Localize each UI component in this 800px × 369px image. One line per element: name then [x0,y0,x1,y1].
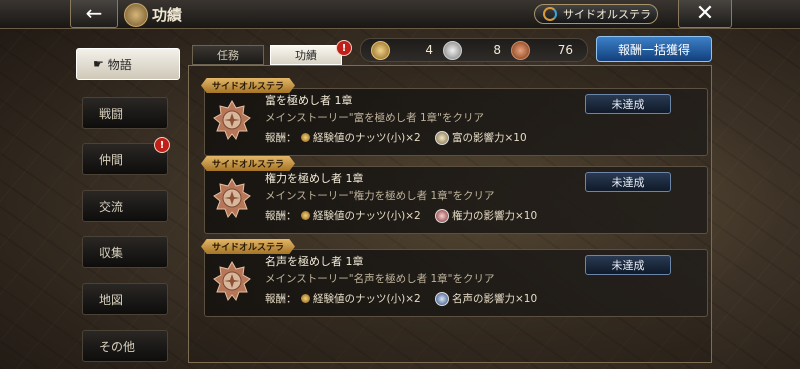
bronze-count: 76 [557,43,573,57]
achievement-card[interactable]: サイドオルステラ 名声を極めし者 1章 メインストーリー"名声を極めし者 1章"… [201,239,708,317]
achievement-title: 名声を極めし者 1章 [265,255,364,268]
tab-notification-badge: ! [336,40,352,56]
bronze-medal-icon [213,261,251,301]
reward-label: 報酬： [265,293,297,305]
gold-medal-icon [371,41,390,60]
achievement-description: メインストーリー"富を極めし者 1章"をクリア [265,112,484,124]
world-select-label: サイドオルステラ [563,8,651,21]
reward-text: 富の影響力×10 [452,132,527,144]
achievement-card[interactable]: サイドオルステラ 富を極めし者 1章 メインストーリー"富を極めし者 1章"をク… [201,78,708,156]
back-button[interactable]: ← [70,0,118,28]
status-button[interactable]: 未達成 [585,255,671,275]
close-button[interactable]: ✕ [678,0,732,28]
tab-achievements[interactable]: 功績 [270,45,342,65]
sidebar-item-interaction[interactable]: 交流 [82,190,168,222]
claim-all-rewards-button[interactable]: 報酬一括獲得 [596,36,712,62]
exp-nut-icon [301,133,310,142]
category-ribbon: サイドオルステラ [201,78,295,93]
exp-nut-icon [301,211,310,220]
sidebar-item-map[interactable]: 地図 [82,283,168,315]
sidebar-item-label: 仲間 [99,152,124,167]
silver-count: 8 [493,43,501,57]
fame-influence-icon [435,291,449,306]
medal-counters: 4 8 76 [360,38,588,62]
bronze-medal-icon [213,100,251,140]
reward-text: 経験値のナッツ(小)×2 [313,210,421,222]
sidebar-item-battle[interactable]: 戦闘 [82,97,168,129]
silver-medal-icon [443,41,462,60]
status-button[interactable]: 未達成 [585,94,671,114]
achievement-title: 富を極めし者 1章 [265,94,353,107]
wealth-influence-icon [435,130,449,145]
sidebar-item-collection[interactable]: 収集 [82,236,168,268]
reward-text: 名声の影響力×10 [452,293,538,305]
reward-text: 経験値のナッツ(小)×2 [313,132,421,144]
reward-item-2: 富の影響力×10 [435,130,527,145]
sidebar-item-label: 交流 [99,199,124,214]
sidebar-item-other[interactable]: その他 [82,330,168,362]
world-select-button[interactable]: サイドオルステラ [534,4,658,24]
bronze-medal-icon [511,41,530,60]
sidebar-item-label: 戦闘 [99,106,124,121]
bronze-medal-icon [213,178,251,218]
notification-badge: ! [154,137,170,153]
reward-label: 報酬： [265,132,297,144]
achievement-description: メインストーリー"名声を極めし者 1章"をクリア [265,273,495,285]
category-ribbon: サイドオルステラ [201,239,295,254]
category-ribbon: サイドオルステラ [201,156,295,171]
achievement-description: メインストーリー"権力を極めし者 1章"をクリア [265,190,495,202]
tab-missions[interactable]: 任務 [192,45,264,65]
reward-item-1: 経験値のナッツ(小)×2 [301,291,421,306]
page-title: 功績 [152,6,183,24]
status-button[interactable]: 未達成 [585,172,671,192]
reward-item-1: 経験値のナッツ(小)×2 [301,130,421,145]
gold-count: 4 [425,43,433,57]
pointing-hand-icon: ☛ [93,57,104,71]
sidebar-item-label: 物語 [107,57,132,72]
reward-item-2: 権力の影響力×10 [435,208,537,223]
world-swap-icon [543,7,557,21]
sidebar-item-label: 地図 [99,292,124,307]
achievement-card[interactable]: サイドオルステラ 権力を極めし者 1章 メインストーリー"権力を極めし者 1章"… [201,156,708,234]
reward-item-2: 名声の影響力×10 [435,291,537,306]
power-influence-icon [435,208,449,223]
sidebar-item-story[interactable]: ☛ 物語 [76,48,180,80]
reward-item-1: 経験値のナッツ(小)×2 [301,208,421,223]
reward-label: 報酬： [265,210,297,222]
sidebar-item-label: 収集 [99,245,124,260]
reward-text: 経験値のナッツ(小)×2 [313,293,421,305]
reward-text: 権力の影響力×10 [452,210,538,222]
sidebar-item-label: その他 [99,339,136,354]
achievement-title: 権力を極めし者 1章 [265,172,364,185]
exp-nut-icon [301,294,310,303]
achievement-title-icon [124,3,148,27]
